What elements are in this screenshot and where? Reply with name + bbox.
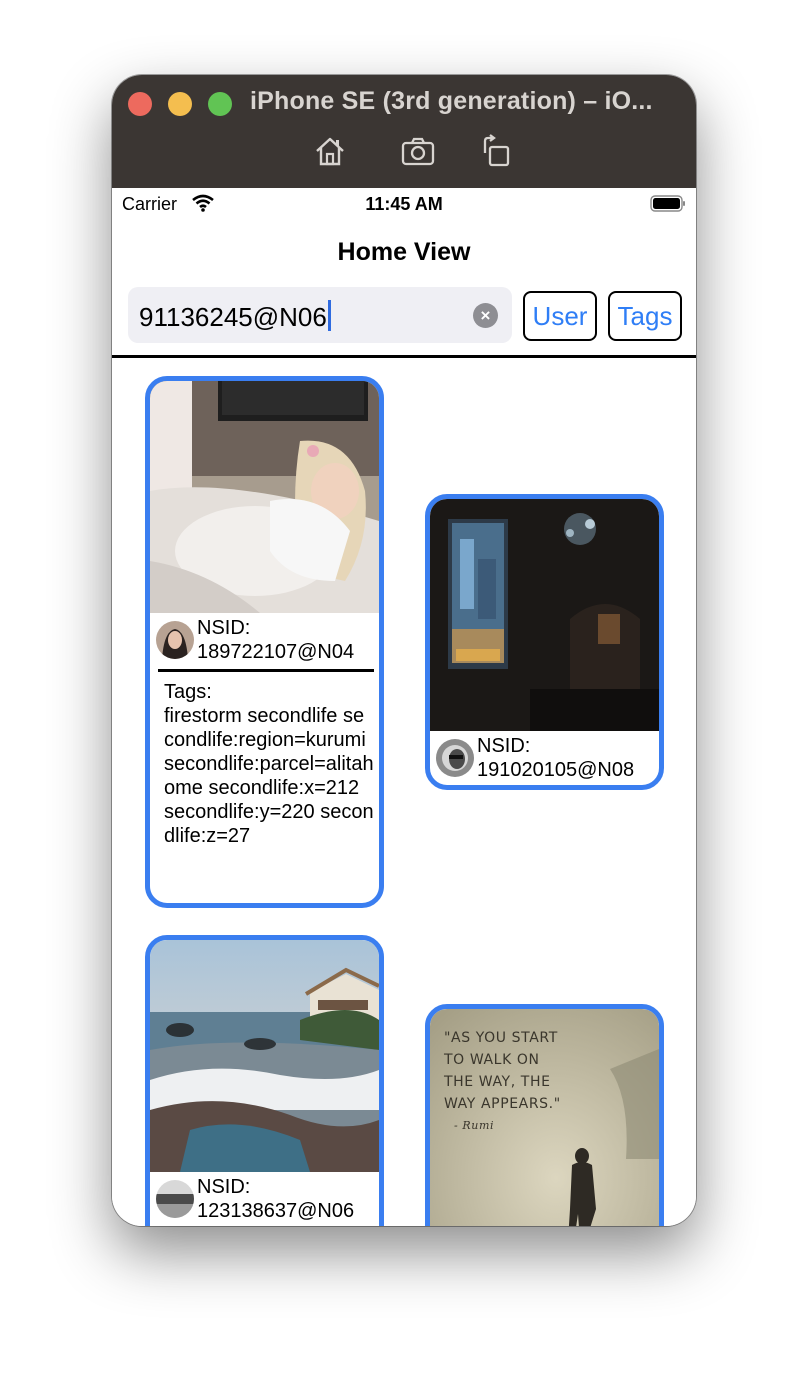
- zoom-button[interactable]: [208, 92, 232, 116]
- phone-screen: Carrier 11:45 AM Home View 91136245@N06 …: [112, 188, 696, 1226]
- nsid-value: 189722107@N04: [197, 641, 355, 663]
- card-footer: NSID: 189722107@N04 Tags: firestorm secon…: [150, 613, 379, 893]
- nsid-value: 123138637@N06: [197, 1200, 355, 1222]
- clear-icon[interactable]: ×: [473, 303, 498, 328]
- rotate-icon[interactable]: [478, 133, 514, 169]
- nsid-text: NSID: 191020105@N08: [477, 734, 634, 782]
- quote-line: WAY APPEARS.": [444, 1096, 561, 1112]
- card-footer: NSID: 191020105@N08: [430, 731, 659, 785]
- quote-line: TO WALK ON: [444, 1052, 540, 1068]
- home-icon[interactable]: [312, 133, 348, 169]
- user-button[interactable]: User: [523, 291, 597, 341]
- quote-line: "AS YOU START: [444, 1030, 558, 1046]
- nsid-text: NSID: 123138637@N06: [197, 1175, 354, 1223]
- window-title: iPhone SE (3rd generation) – iO...: [250, 87, 653, 115]
- nsid-value: 191020105@N08: [477, 759, 635, 781]
- photo-card[interactable]: NSID: 189722107@N04 Tags: firestorm secon…: [145, 376, 384, 908]
- tags-divider: [158, 669, 374, 672]
- card-footer: NSID: 123138637@N06: [150, 1172, 379, 1226]
- nsid-label: NSID:: [197, 617, 251, 639]
- search-input[interactable]: 91136245@N06 ×: [128, 287, 512, 343]
- page-title: Home View: [337, 238, 471, 266]
- tags-value: firestorm secondlife secondlife:region=k…: [164, 705, 374, 847]
- text-cursor: [327, 300, 331, 331]
- avatar[interactable]: [156, 621, 194, 659]
- tags-button[interactable]: Tags: [608, 291, 682, 341]
- photo-card[interactable]: NSID: 123138637@N06: [145, 935, 384, 1226]
- quote-attribution: - Rumi: [454, 1119, 495, 1132]
- status-bar: Carrier 11:45 AM: [112, 188, 696, 218]
- nsid-label: NSID:: [477, 735, 531, 757]
- quote-line: THE WAY, THE: [444, 1074, 551, 1090]
- avatar[interactable]: [156, 1180, 194, 1218]
- header-divider: [112, 355, 696, 358]
- avatar[interactable]: [436, 739, 474, 777]
- nsid-text: NSID: 189722107@N04: [197, 616, 354, 664]
- search-value[interactable]: 91136245@N06: [139, 300, 331, 333]
- tags-text: Tags: firestorm secondlife secondlife:reg…: [164, 680, 374, 848]
- title-bar: iPhone SE (3rd generation) – iO...: [112, 75, 696, 188]
- nsid-label: NSID:: [197, 1176, 251, 1198]
- quote-text: "AS YOU START TO WALK ON THE WAY, THE WA…: [444, 1027, 561, 1137]
- photo-card[interactable]: NSID: 191020105@N08: [425, 494, 664, 790]
- screenshot-icon[interactable]: [400, 133, 436, 169]
- simulator-window: iPhone SE (3rd generation) – iO... Carri…: [112, 75, 696, 1226]
- minimize-button[interactable]: [168, 92, 192, 116]
- battery-icon: [650, 195, 685, 212]
- photo-image[interactable]: [430, 499, 659, 731]
- photo-card[interactable]: "AS YOU START TO WALK ON THE WAY, THE WA…: [425, 1004, 664, 1226]
- tags-label: Tags:: [164, 681, 212, 703]
- close-button[interactable]: [128, 92, 152, 116]
- status-time: 11:45 AM: [365, 194, 443, 214]
- photo-image[interactable]: [150, 940, 379, 1172]
- photo-image[interactable]: [150, 381, 379, 613]
